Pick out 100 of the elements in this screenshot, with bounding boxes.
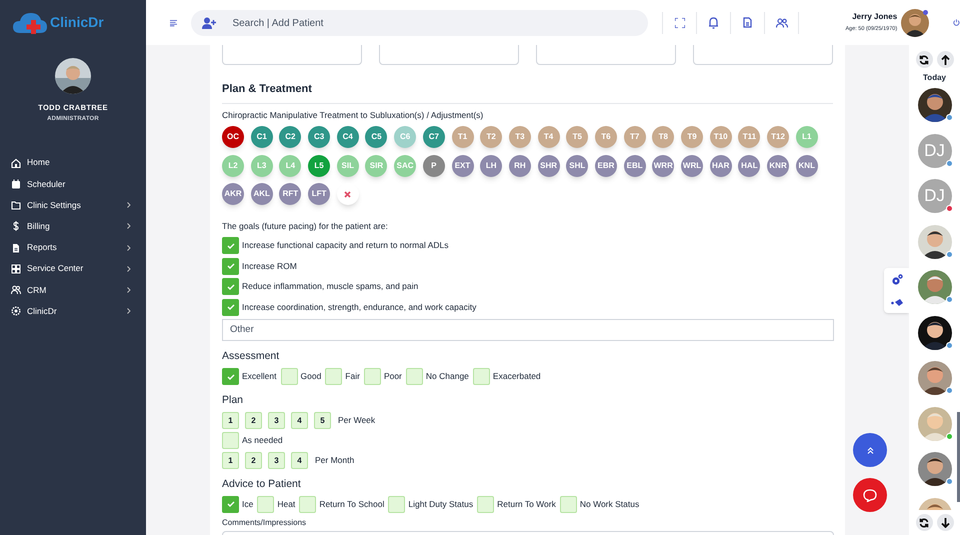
fullscreen-icon[interactable] [674,18,685,28]
segment-button[interactable]: EBL [624,154,646,177]
menu-item[interactable]: Service Center [0,258,146,280]
checkbox[interactable] [222,278,239,295]
segment-button[interactable]: EXT [452,154,474,177]
scrollbar-thumb[interactable] [957,412,960,502]
segment-button[interactable]: T11 [738,126,760,148]
segment-button[interactable]: C6 [394,126,416,148]
document-icon[interactable] [743,17,752,28]
segment-button[interactable]: T1 [452,126,474,148]
number-button[interactable]: 1 [222,412,239,429]
segment-button[interactable]: C2 [279,126,302,148]
number-button[interactable]: 3 [268,452,285,469]
checkbox[interactable] [222,237,239,254]
segment-button[interactable]: SHL [566,154,588,177]
checkbox[interactable] [257,496,274,513]
segment-button[interactable]: L3 [250,154,273,177]
segment-button[interactable]: T12 [767,126,790,148]
segment-button[interactable]: T3 [508,126,531,148]
checkbox[interactable] [222,258,239,274]
segment-button[interactable]: C7 [422,126,445,148]
segment-button[interactable]: T10 [710,126,732,148]
text-area[interactable] [379,45,519,65]
segment-button[interactable]: RH [508,154,531,177]
menu-item[interactable]: CRM [0,279,146,301]
checkbox[interactable] [222,432,239,449]
segment-button[interactable]: P [422,154,445,177]
menu-item[interactable]: Billing [0,216,146,237]
users-icon[interactable] [776,18,788,28]
segment-button[interactable]: L1 [796,126,818,148]
checkbox[interactable] [406,368,423,386]
add-user-icon[interactable] [202,16,216,28]
checkbox[interactable] [222,368,239,386]
checkbox[interactable] [299,496,316,513]
segment-button[interactable]: LFT [308,183,330,206]
checkbox[interactable] [222,298,239,316]
segment-button[interactable]: L2 [222,154,244,177]
segment-button[interactable]: OC [222,126,244,148]
segment-button[interactable]: HAL [738,154,760,177]
segment-button[interactable]: C1 [250,126,273,148]
menu-item[interactable]: Scheduler [0,173,146,195]
refresh-button[interactable] [916,51,932,68]
menu-item[interactable]: Clinic Settings [0,194,146,216]
patient-initials[interactable]: DJ [918,134,952,168]
segment-button[interactable]: AKR [222,183,244,206]
clear-button[interactable] [336,183,359,206]
scroll-down-button[interactable] [936,514,954,531]
segment-button[interactable]: WRL [681,154,703,177]
segment-button[interactable]: C4 [336,126,359,148]
number-button[interactable]: 1 [222,452,239,469]
segment-button[interactable]: T9 [681,126,703,148]
number-button[interactable]: 5 [314,412,331,429]
scroll-up-button[interactable] [936,51,954,68]
text-area[interactable] [693,45,833,65]
other-field[interactable]: Other [222,318,834,340]
segment-button[interactable]: T5 [566,126,588,148]
checkbox[interactable] [560,496,577,513]
pointer-icon[interactable] [890,298,902,307]
menu-item[interactable]: Reports [0,237,146,258]
power-icon[interactable] [953,17,960,28]
text-area[interactable] [536,45,676,65]
menu-item[interactable]: ClinicDr [0,300,146,322]
segment-button[interactable]: WRR [652,154,674,177]
segment-button[interactable]: LH [480,154,502,177]
segment-button[interactable]: SAC [394,154,416,177]
gears-icon[interactable] [890,274,902,286]
segment-button[interactable]: T2 [480,126,502,148]
number-button[interactable]: 2 [245,452,262,469]
segment-button[interactable]: T8 [652,126,674,148]
segment-button[interactable]: KNR [767,154,790,177]
checkbox[interactable] [222,496,239,513]
segment-button[interactable]: T6 [594,126,617,148]
number-button[interactable]: 3 [268,412,285,429]
number-button[interactable]: 2 [245,412,262,429]
segment-button[interactable]: T4 [538,126,560,148]
checkbox[interactable] [364,368,381,386]
menu-icon[interactable] [170,18,178,28]
segment-button[interactable]: L4 [279,154,302,177]
segment-button[interactable]: C3 [308,126,330,148]
segment-button[interactable]: HAR [710,154,732,177]
refresh-button[interactable] [916,514,932,531]
segment-button[interactable]: KNL [796,154,818,177]
patient-initials[interactable]: DJ [918,179,952,213]
number-button[interactable]: 4 [291,452,308,469]
chat-button[interactable] [853,478,887,512]
segment-button[interactable]: T7 [624,126,646,148]
checkbox[interactable] [280,368,298,386]
segment-button[interactable]: SIL [336,154,359,177]
checkbox[interactable] [325,368,342,386]
segment-button[interactable]: RFT [279,183,302,206]
number-button[interactable]: 4 [291,412,308,429]
menu-item[interactable]: Home [0,152,146,174]
checkbox[interactable] [477,496,494,513]
segment-button[interactable]: SHR [538,154,560,177]
text-area[interactable] [222,45,362,65]
segment-button[interactable]: C5 [365,126,388,148]
checkbox[interactable] [472,368,490,386]
scroll-top-button[interactable] [853,433,887,467]
search-field[interactable]: Search | Add Patient [191,10,648,36]
segment-button[interactable]: AKL [250,183,273,206]
